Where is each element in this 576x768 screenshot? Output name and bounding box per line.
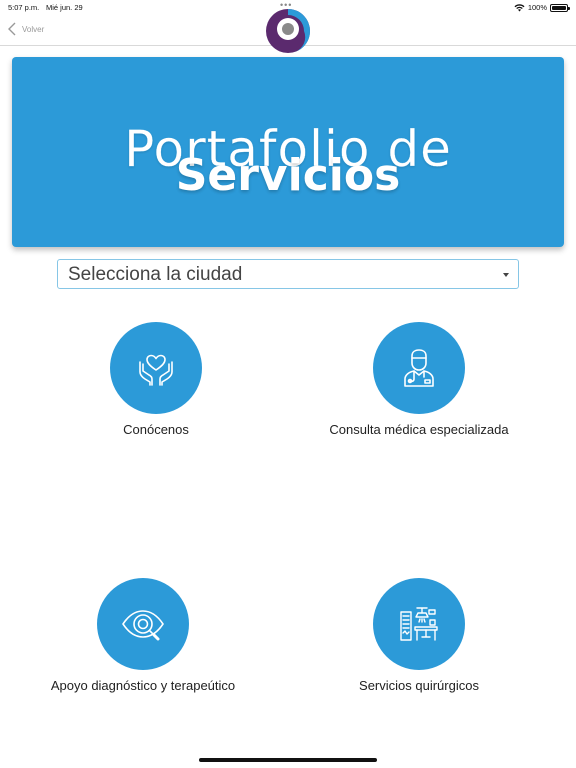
home-indicator[interactable] [199, 758, 377, 762]
portfolio-banner: Portafolio de Servicios [12, 57, 564, 247]
service-label: Apoyo diagnóstico y terapeútico [50, 678, 236, 693]
service-label: Consulta médica especializada [329, 422, 509, 437]
status-time: 5:07 p.m. [8, 3, 40, 12]
back-button[interactable]: Volver [7, 22, 44, 36]
chevron-left-icon [8, 22, 16, 36]
service-tile-consulta[interactable]: Consulta médica especializada [289, 322, 549, 437]
service-icon-circle [97, 578, 189, 670]
service-label: Servicios quirúrgicos [359, 678, 479, 693]
status-date: Mié jun. 29 [46, 3, 83, 12]
battery-icon [550, 3, 570, 12]
caret-down-icon [503, 273, 509, 277]
nav-bar: Volver [0, 9, 576, 53]
eye-magnifier-icon [122, 610, 164, 641]
city-select-value: Selecciona la ciudad [68, 264, 243, 285]
status-right: 100% [514, 3, 570, 12]
service-tile-conocenos[interactable]: Conócenos [26, 322, 286, 437]
doctor-icon [404, 349, 434, 387]
banner-title-line2: Servicios [175, 150, 401, 201]
back-label: Volver [22, 24, 45, 34]
service-icon-circle [373, 578, 465, 670]
hands-heart-icon [139, 354, 173, 386]
service-tile-apoyo-diagnostico[interactable]: Apoyo diagnóstico y terapeútico [13, 578, 273, 693]
city-select[interactable]: Selecciona la ciudad [57, 259, 519, 289]
service-icon-circle [110, 322, 202, 414]
brand-logo [266, 9, 311, 53]
wifi-icon [514, 3, 525, 11]
service-label: Conócenos [123, 422, 189, 437]
battery-percent: 100% [527, 3, 547, 12]
service-icon-circle [373, 322, 465, 414]
service-tile-quirurgicos[interactable]: Servicios quirúrgicos [289, 578, 549, 693]
operating-room-icon [400, 607, 438, 641]
